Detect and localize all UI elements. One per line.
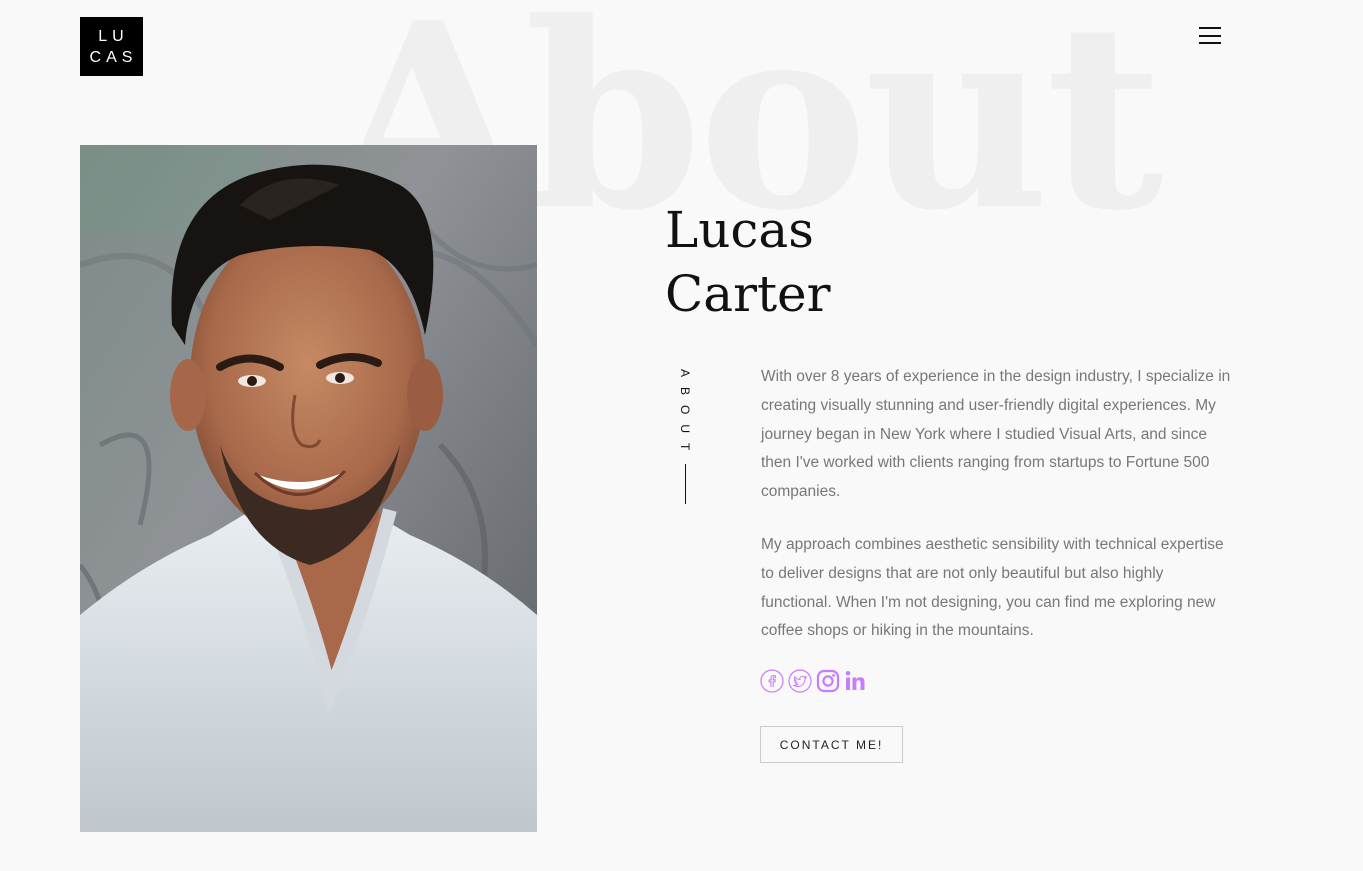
menu-bar [1199, 42, 1221, 44]
logo[interactable]: LU CAS [80, 17, 143, 76]
about-page: About LU CAS Lucas Carter ABOUT With ove… [0, 0, 1363, 871]
portrait-photo [80, 145, 537, 832]
contact-button[interactable]: CONTACT ME! [760, 726, 903, 763]
last-name: Carter [665, 265, 831, 323]
twitter-icon[interactable] [788, 668, 812, 694]
linkedin-icon[interactable] [844, 668, 868, 694]
hamburger-menu-icon[interactable] [1199, 27, 1221, 44]
bio-paragraph-2: My approach combines aesthetic sensibili… [761, 535, 1224, 640]
profile-name: Lucas Carter [665, 198, 831, 326]
instagram-icon[interactable] [816, 668, 840, 694]
section-label-text: ABOUT [678, 369, 692, 461]
logo-line1: LU [98, 27, 129, 45]
facebook-icon[interactable] [760, 668, 784, 694]
logo-line2: CAS [89, 48, 138, 66]
menu-bar [1199, 27, 1221, 29]
bio-text: With over 8 years of experience in the d… [761, 363, 1231, 670]
section-label-line [684, 464, 686, 505]
section-label: ABOUT [677, 369, 693, 505]
first-name: Lucas [665, 201, 814, 259]
menu-bar [1199, 34, 1221, 37]
bio-paragraph-1: With over 8 years of experience in the d… [761, 368, 1231, 501]
social-links [760, 668, 868, 694]
